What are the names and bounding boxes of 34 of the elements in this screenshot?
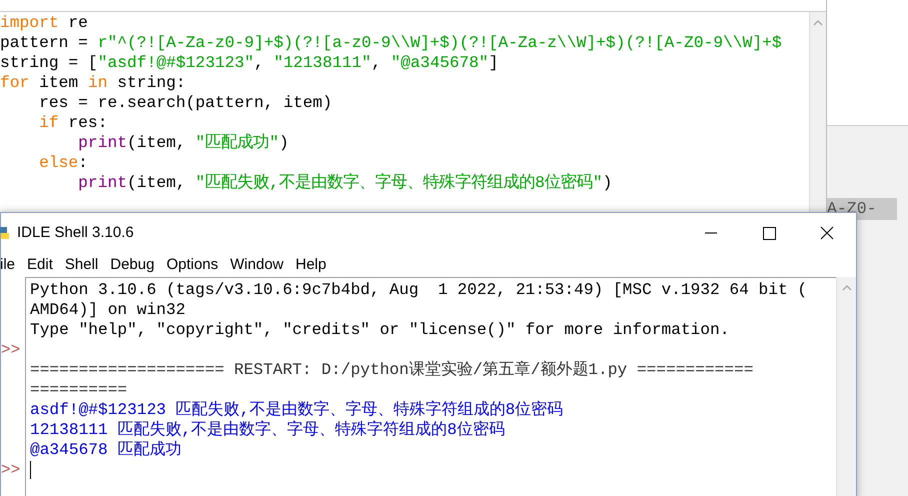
shell-line: Python 3.10.6 (tags/v3.10.6:9c7b4bd, Aug 1 2022, 21:53:49) [MSC v.1932 64 bit ( (30, 280, 808, 300)
maximize-icon (762, 226, 776, 240)
shell-line: Type "help", "copyright", "credits" or "license()" for more information. (30, 320, 730, 340)
code-line: print(item, "匹配失败,不是由数字、字母、特殊字符组成的8位密码") (77, 173, 614, 193)
scrollbar[interactable] (836, 277, 856, 496)
code-line: pattern = r"^(?![A-Za-z0-9]+$)(?![a-z0-9\\W]+$)(?![A-Za-z\\W]+$)(?![A-Z0-9\\W]+$ (0, 33, 783, 53)
window-title: IDLE Shell 3.10.6 (17, 222, 134, 243)
code-line: string = ["asdf!@#$123123", "12138111", "@a345678"] (0, 53, 500, 73)
prompt-marker: >> (1, 461, 20, 479)
close-icon (820, 226, 834, 240)
shell-line: asdf!@#$123123 匹配失败,不是由数字、字母、特殊字符组成的8位密码 (30, 400, 564, 420)
shell-line: ==================== RESTART: D:/python课堂实验/第五章/额外题1.py ============ (30, 360, 754, 380)
shell-line: @a345678 匹配成功 (30, 440, 182, 460)
code-line: res = re.search(pattern, item) (38, 93, 334, 113)
prompt-marker: >> (1, 341, 20, 359)
menu-item[interactable]: Edit (27, 254, 53, 276)
shell-line: AMD64)] on win32 (30, 300, 186, 320)
shell-line: 12138111 匹配失败,不是由数字、字母、特殊字符组成的8位密码 (30, 420, 505, 440)
code-line: print(item, "匹配成功") (77, 133, 290, 153)
menu-item[interactable]: Window (230, 254, 284, 276)
menu-item[interactable]: Help (296, 254, 326, 276)
code-line: for item in string: (0, 73, 187, 93)
menu-item[interactable]: Options (166, 254, 218, 276)
menu-item[interactable]: Debug (110, 254, 154, 276)
code-line: else: (38, 153, 89, 173)
scrollbar[interactable] (809, 12, 826, 214)
code-line: import re (0, 13, 89, 33)
scroll-up-icon[interactable] (842, 285, 852, 291)
menu-item[interactable]: Shell (64, 254, 98, 276)
minimize-icon (705, 232, 717, 234)
menu-item[interactable]: ile (0, 254, 16, 276)
shell-line: ========== (30, 380, 128, 400)
scroll-up-icon[interactable] (813, 20, 823, 26)
code-line: if res: (38, 113, 108, 133)
